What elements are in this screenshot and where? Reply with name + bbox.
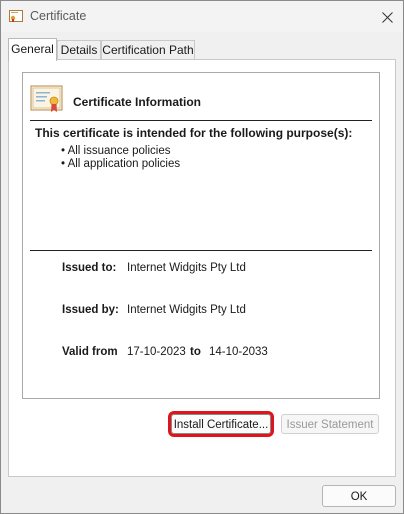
close-icon <box>381 11 393 23</box>
ok-button[interactable]: OK <box>322 485 396 507</box>
heading-divider <box>30 120 372 121</box>
tab-general[interactable]: General <box>8 38 57 61</box>
purpose-title: This certificate is intended for the fol… <box>35 126 353 140</box>
tab-details-label: Details <box>60 43 98 57</box>
tab-general-label: General <box>11 42 54 56</box>
issuer-statement-button[interactable]: Issuer Statement <box>281 414 379 434</box>
certificate-icon <box>9 10 23 22</box>
issued-to-label: Issued to: <box>62 262 117 274</box>
policy-item-application: • All application policies <box>61 158 181 170</box>
ok-label: OK <box>350 491 368 503</box>
window-title: Certificate <box>30 9 87 23</box>
tab-details[interactable]: Details <box>57 40 101 60</box>
certificate-dialog: Certificate General Details Certificatio… <box>0 0 404 514</box>
issuer-statement-label: Issuer Statement <box>286 419 374 431</box>
certificate-document-icon <box>30 85 63 112</box>
purpose-divider <box>30 250 372 251</box>
install-certificate-label: Install Certificate... <box>173 419 269 431</box>
issued-by-value: Internet Widgits Pty Ltd <box>127 304 246 316</box>
valid-from-value: 17-10-2023 <box>127 346 186 358</box>
tab-certification-path[interactable]: Certification Path <box>101 40 195 60</box>
close-button[interactable] <box>373 5 401 29</box>
tab-certification-path-label: Certification Path <box>102 43 194 57</box>
policy-item-issuance: • All issuance policies <box>61 145 171 157</box>
issued-by-label: Issued by: <box>62 304 119 316</box>
valid-to-value: 14-10-2033 <box>209 346 268 358</box>
install-certificate-button[interactable]: Install Certificate... <box>168 411 274 437</box>
issued-to-value: Internet Widgits Pty Ltd <box>127 262 246 274</box>
valid-from-label: Valid from <box>62 346 118 358</box>
title-bar: Certificate <box>1 1 403 32</box>
certificate-info-heading: Certificate Information <box>73 95 202 109</box>
valid-to-label: to <box>190 346 201 358</box>
